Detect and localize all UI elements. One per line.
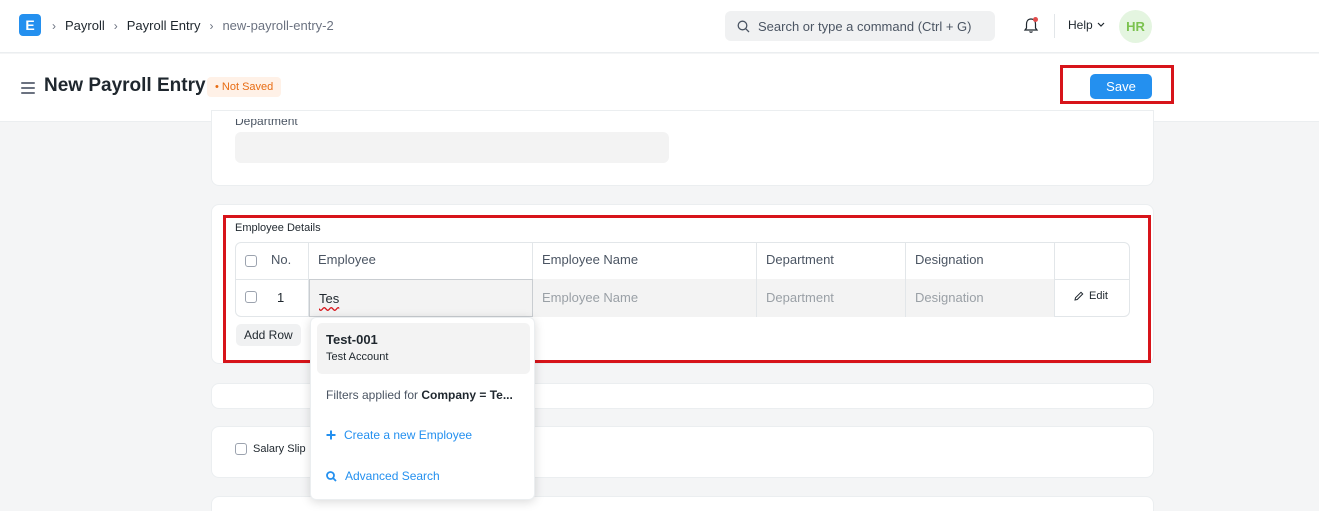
advanced-search-label: Advanced Search <box>345 469 440 483</box>
breadcrumb-payroll[interactable]: Payroll <box>65 18 105 33</box>
salary-slip-option[interactable]: Salary Slip <box>235 443 306 455</box>
breadcrumb-current: new-payroll-entry-2 <box>222 18 334 33</box>
breadcrumb-payroll-entry[interactable]: Payroll Entry <box>127 18 201 33</box>
status-badge: • Not Saved <box>207 77 282 97</box>
employee-autocomplete-dropdown: Test-001 Test Account Filters applied fo… <box>310 317 535 500</box>
department-input[interactable] <box>235 132 669 163</box>
top-navbar: E › Payroll › Payroll Entry › new-payrol… <box>0 0 1319 53</box>
filter-value: = Te... <box>476 388 513 402</box>
chevron-right-icon: › <box>52 18 56 33</box>
avatar[interactable]: HR <box>1119 10 1152 43</box>
create-new-employee-link[interactable]: Create a new Employee <box>326 428 472 442</box>
breadcrumb: › Payroll › Payroll Entry › new-payroll-… <box>52 18 343 33</box>
search-input[interactable]: Search or type a command (Ctrl + G) <box>725 11 995 41</box>
option-value: Test-001 <box>326 332 378 347</box>
status-badge-label: Not Saved <box>221 81 274 93</box>
filters-applied-note: Filters applied for Company = Te... <box>326 388 522 402</box>
sidebar-toggle-icon[interactable] <box>21 82 35 94</box>
plus-icon <box>326 430 336 440</box>
filter-prefix: Filters applied for <box>326 388 422 402</box>
notification-dot <box>1033 17 1038 22</box>
salary-slip-checkbox[interactable] <box>235 443 247 455</box>
help-dropdown[interactable]: Help <box>1068 18 1105 32</box>
search-icon <box>326 470 337 482</box>
advanced-search-link[interactable]: Advanced Search <box>326 469 440 483</box>
option-description: Test Account <box>326 351 389 363</box>
save-button[interactable]: Save <box>1090 74 1152 99</box>
salary-slip-label: Salary Slip <box>253 443 306 455</box>
create-new-employee-label: Create a new Employee <box>344 428 473 442</box>
app-logo[interactable]: E <box>19 14 41 36</box>
autocomplete-option-test-001[interactable]: Test-001 Test Account <box>317 323 530 374</box>
search-icon <box>737 20 750 32</box>
help-label: Help <box>1068 18 1093 32</box>
filter-field: Company <box>421 388 477 402</box>
chevron-down-icon <box>1097 22 1105 27</box>
page-title: New Payroll Entry <box>44 75 206 96</box>
divider <box>1054 14 1055 38</box>
search-placeholder: Search or type a command (Ctrl + G) <box>758 18 972 34</box>
chevron-right-icon: › <box>113 18 118 33</box>
chevron-right-icon: › <box>209 18 214 33</box>
